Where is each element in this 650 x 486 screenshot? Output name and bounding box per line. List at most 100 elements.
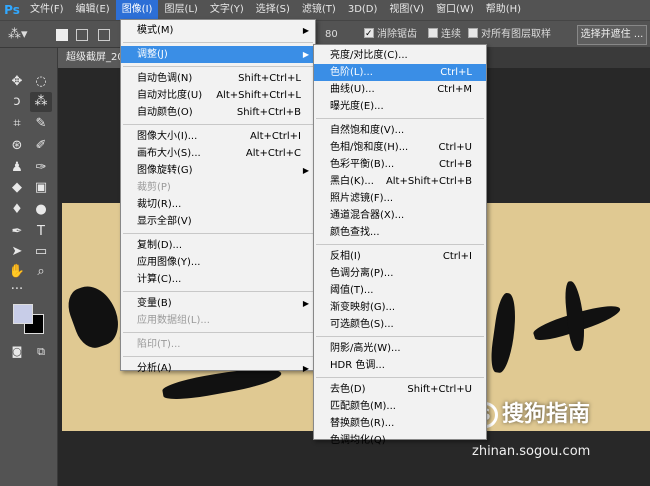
menu-item-posterize[interactable]: 色调分离(P)...	[314, 265, 486, 282]
all-layers-checkbox[interactable]	[468, 28, 478, 38]
brush-tool-icon[interactable]: ✐	[30, 136, 52, 156]
menu-filter[interactable]: 滤镜(T)	[296, 0, 342, 20]
history-brush-tool-icon[interactable]: ✑	[30, 158, 52, 178]
blur-tool-icon[interactable]: ♦	[6, 200, 28, 220]
menu-item-desaturate[interactable]: 去色(D) Shift+Ctrl+U	[314, 381, 486, 398]
add-selection-icon[interactable]	[76, 29, 88, 41]
menu-item-variables[interactable]: 变量(B) ▶	[121, 295, 315, 312]
menu-item-calculations[interactable]: 计算(C)...	[121, 271, 315, 288]
menu-item-mode[interactable]: 模式(M) ▶	[121, 22, 315, 39]
menu-item-label: 显示全部(V)	[137, 216, 192, 227]
menu-window[interactable]: 窗口(W)	[430, 0, 480, 20]
menu-item-auto-tone[interactable]: 自动色调(N) Shift+Ctrl+L	[121, 70, 315, 87]
screen-mode-icon[interactable]: ⧉	[30, 342, 52, 362]
contiguous-checkbox[interactable]	[428, 28, 438, 38]
menu-separator	[316, 118, 484, 119]
menu-item-selective-color[interactable]: 可选颜色(S)...	[314, 316, 486, 333]
menu-item-image-size[interactable]: 图像大小(I)... Alt+Ctrl+I	[121, 128, 315, 145]
menu-item-color-lookup[interactable]: 颜色查找...	[314, 224, 486, 241]
magic-wand-tool-icon[interactable]: ⁂	[30, 92, 52, 112]
menu-item-curves[interactable]: 曲线(U)... Ctrl+M	[314, 81, 486, 98]
more-tools-icon[interactable]: ···	[6, 280, 28, 300]
hand-tool-icon[interactable]: ✋	[6, 262, 28, 282]
menu-type[interactable]: 文字(Y)	[204, 0, 250, 20]
quick-mask-icon[interactable]: ◙	[6, 342, 28, 362]
marquee-tool-icon[interactable]: ◌	[30, 72, 52, 92]
menu-select[interactable]: 选择(S)	[250, 0, 296, 20]
menu-item-levels[interactable]: 色阶(L)... Ctrl+L	[314, 64, 486, 81]
all-layers-label: 对所有图层取样	[481, 29, 551, 40]
menu-edit[interactable]: 编辑(E)	[70, 0, 116, 20]
menu-item-auto-contrast[interactable]: 自动对比度(U) Alt+Shift+Ctrl+L	[121, 87, 315, 104]
menu-item-trap[interactable]: 陷印(T)...	[121, 336, 315, 353]
rectangle-tool-icon[interactable]: ▭	[30, 242, 52, 262]
tolerance-value[interactable]: 80	[325, 27, 338, 43]
subtract-selection-icon[interactable]	[98, 29, 110, 41]
menu-item-auto-color[interactable]: 自动颜色(O) Shift+Ctrl+B	[121, 104, 315, 121]
menu-item-replace-color[interactable]: 替换颜色(R)...	[314, 415, 486, 432]
crop-tool-icon[interactable]: ⌗	[6, 114, 28, 134]
zoom-tool-icon[interactable]: ⌕	[30, 262, 52, 282]
menu-help[interactable]: 帮助(H)	[480, 0, 527, 20]
menu-item-hdr-toning[interactable]: HDR 色调...	[314, 357, 486, 374]
menu-item-analysis[interactable]: 分析(A) ▶	[121, 360, 315, 377]
new-selection-icon[interactable]	[56, 29, 68, 41]
contiguous-option[interactable]: 连续	[428, 27, 461, 43]
menu-item-black-white[interactable]: 黑白(K)... Alt+Shift+Ctrl+B	[314, 173, 486, 190]
healing-tool-icon[interactable]: ⊛	[6, 136, 28, 156]
menu-item-trim[interactable]: 裁切(R)...	[121, 196, 315, 213]
menu-item-exposure[interactable]: 曝光度(E)...	[314, 98, 486, 115]
menu-item-hue-saturation[interactable]: 色相/饱和度(H)... Ctrl+U	[314, 139, 486, 156]
eraser-tool-icon[interactable]: ◆	[6, 178, 28, 198]
menu-item-shortcut: Ctrl+I	[442, 251, 472, 262]
menu-view[interactable]: 视图(V)	[383, 0, 430, 20]
path-selection-tool-icon[interactable]: ➤	[6, 242, 28, 262]
type-tool-icon[interactable]: T	[30, 222, 52, 242]
menu-item-label: 色阶(L)...	[330, 67, 373, 78]
menu-item-equalize[interactable]: 色调均化(Q)	[314, 432, 486, 449]
gradient-tool-icon[interactable]: ▣	[30, 178, 52, 198]
menu-item-invert[interactable]: 反相(I) Ctrl+I	[314, 248, 486, 265]
menu-item-match-color[interactable]: 匹配颜色(M)...	[314, 398, 486, 415]
pen-tool-icon[interactable]: ✒	[6, 222, 28, 242]
menu-item-gradient-map[interactable]: 渐变映射(G)...	[314, 299, 486, 316]
menu-image[interactable]: 图像(I)	[115, 0, 159, 20]
lasso-tool-icon[interactable]: ↄ	[6, 92, 28, 112]
foreground-color-swatch[interactable]	[13, 304, 33, 324]
menu-item-image-rotation[interactable]: 图像旋转(G) ▶	[121, 162, 315, 179]
menu-item-label: 渐变映射(G)...	[330, 302, 396, 313]
menu-item-canvas-size[interactable]: 画布大小(S)... Alt+Ctrl+C	[121, 145, 315, 162]
dodge-tool-icon[interactable]: ●	[30, 200, 52, 220]
menu-item-duplicate[interactable]: 复制(D)...	[121, 237, 315, 254]
all-layers-option[interactable]: 对所有图层取样	[468, 27, 551, 43]
document-tab[interactable]: 超级截屏_20	[58, 48, 128, 68]
menu-file[interactable]: 文件(F)	[24, 0, 70, 20]
menu-item-brightness-contrast[interactable]: 亮度/对比度(C)...	[314, 47, 486, 64]
menu-item-threshold[interactable]: 阈值(T)...	[314, 282, 486, 299]
menu-item-channel-mixer[interactable]: 通道混合器(X)...	[314, 207, 486, 224]
menu-layer[interactable]: 图层(L)	[158, 0, 203, 20]
antialias-option[interactable]: 消除锯齿	[364, 26, 417, 43]
menu-item-label: 照片滤镜(F)...	[330, 193, 394, 204]
menu-item-vibrance[interactable]: 自然饱和度(V)...	[314, 122, 486, 139]
menu-item-apply-image[interactable]: 应用图像(Y)...	[121, 254, 315, 271]
menu-3d[interactable]: 3D(D)	[342, 0, 384, 20]
menu-item-crop[interactable]: 裁剪(P)	[121, 179, 315, 196]
magic-wand-preset-icon[interactable]: ⁂▾	[8, 27, 28, 43]
antialias-checkbox[interactable]	[364, 26, 374, 42]
stamp-tool-icon[interactable]: ♟	[6, 158, 28, 178]
menu-item-shadows-highlights[interactable]: 阴影/高光(W)...	[314, 340, 486, 357]
menu-item-adjustments[interactable]: 调整(J) ▶	[121, 46, 315, 63]
menu-item-apply-data-set[interactable]: 应用数据组(L)...	[121, 312, 315, 329]
move-tool-icon[interactable]: ✥	[6, 72, 28, 92]
menu-item-label: 分析(A)	[137, 363, 172, 374]
menu-item-reveal-all[interactable]: 显示全部(V)	[121, 213, 315, 230]
menu-item-shortcut: Shift+Ctrl+L	[238, 73, 301, 84]
menu-item-shortcut: Ctrl+U	[438, 142, 473, 153]
menu-item-photo-filter[interactable]: 照片滤镜(F)...	[314, 190, 486, 207]
eyedropper-tool-icon[interactable]: ✎	[30, 114, 52, 134]
menu-item-color-balance[interactable]: 色彩平衡(B)... Ctrl+B	[314, 156, 486, 173]
menu-item-shortcut: Alt+Shift+Ctrl+L	[216, 90, 301, 101]
select-and-mask-button[interactable]: 选择并遮住 ...	[577, 25, 647, 45]
menu-separator	[123, 42, 313, 43]
